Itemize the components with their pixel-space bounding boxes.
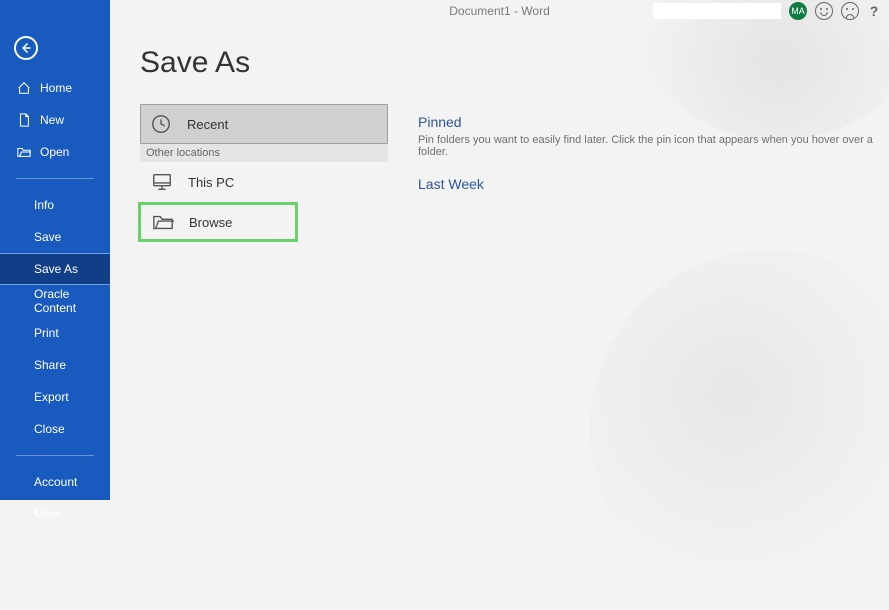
- sidebar-label-share: Share: [34, 358, 66, 372]
- sidebar-item-close[interactable]: Close: [0, 413, 110, 445]
- sidebar-label-export: Export: [34, 390, 69, 404]
- sidebar-label-open: Open: [40, 145, 69, 159]
- location-label-browse: Browse: [189, 215, 232, 230]
- location-label-thispc: This PC: [188, 175, 234, 190]
- locations-subheader: Other locations: [140, 144, 388, 162]
- sidebar-label-new: New: [40, 113, 64, 127]
- clock-icon: [149, 112, 173, 136]
- page-title: Save As: [140, 46, 388, 80]
- feedback-frown-icon[interactable]: [841, 2, 859, 20]
- feedback-smile-icon[interactable]: [815, 2, 833, 20]
- home-icon: [16, 80, 32, 96]
- sidebar-item-account[interactable]: Account: [0, 466, 110, 498]
- document-title: Document1 - Word: [449, 4, 549, 18]
- backstage-sidebar: Home New Open Info Save Save As Oracle C…: [0, 0, 110, 500]
- avatar[interactable]: MA: [789, 2, 807, 20]
- sidebar-item-save[interactable]: Save: [0, 221, 110, 253]
- sidebar-label-print: Print: [34, 326, 59, 340]
- sidebar-item-export[interactable]: Export: [0, 381, 110, 413]
- search-input[interactable]: [653, 3, 781, 19]
- help-button[interactable]: ?: [867, 3, 881, 19]
- lastweek-section-title: Last Week: [418, 176, 889, 192]
- sidebar-label-save: Save: [34, 230, 61, 244]
- locations-column: Save As Recent Other locations This PC: [110, 22, 388, 500]
- browse-folder-icon: [151, 210, 175, 234]
- sidebar-label-save-as: Save As: [34, 262, 78, 276]
- sidebar-item-save-as[interactable]: Save As: [0, 253, 110, 285]
- location-recent[interactable]: Recent: [140, 104, 388, 144]
- back-arrow-icon: [20, 42, 32, 54]
- main-area: Document1 - Word MA ? Save As Recent Oth…: [110, 0, 889, 500]
- sidebar-label-account: Account: [34, 475, 77, 489]
- sidebar-label-more: More...: [34, 507, 71, 521]
- sidebar-label-info: Info: [34, 198, 54, 212]
- sidebar-label-oracle: Oracle Content: [34, 287, 110, 315]
- pinned-section-text: Pin folders you want to easily find late…: [418, 134, 889, 158]
- sidebar-item-more[interactable]: More...: [0, 498, 110, 530]
- sidebar-item-new[interactable]: New: [0, 104, 110, 136]
- open-folder-icon: [16, 144, 32, 160]
- location-label-recent: Recent: [187, 117, 228, 132]
- sidebar-item-open[interactable]: Open: [0, 136, 110, 168]
- sidebar-item-home[interactable]: Home: [0, 72, 110, 104]
- location-this-pc[interactable]: This PC: [140, 162, 388, 202]
- new-doc-icon: [16, 112, 32, 128]
- sidebar-item-print[interactable]: Print: [0, 317, 110, 349]
- topbar: Document1 - Word MA ?: [110, 0, 889, 22]
- this-pc-icon: [150, 170, 174, 194]
- location-browse[interactable]: Browse: [138, 202, 298, 242]
- sidebar-item-info[interactable]: Info: [0, 189, 110, 221]
- back-button[interactable]: [14, 36, 38, 60]
- folders-column: Pinned Pin folders you want to easily fi…: [388, 22, 889, 500]
- sidebar-item-oracle[interactable]: Oracle Content: [0, 285, 110, 317]
- sidebar-divider: [16, 455, 94, 456]
- sidebar-divider: [16, 178, 94, 179]
- sidebar-label-close: Close: [34, 422, 65, 436]
- sidebar-label-home: Home: [40, 81, 72, 95]
- pinned-section-title: Pinned: [418, 114, 889, 130]
- sidebar-item-share[interactable]: Share: [0, 349, 110, 381]
